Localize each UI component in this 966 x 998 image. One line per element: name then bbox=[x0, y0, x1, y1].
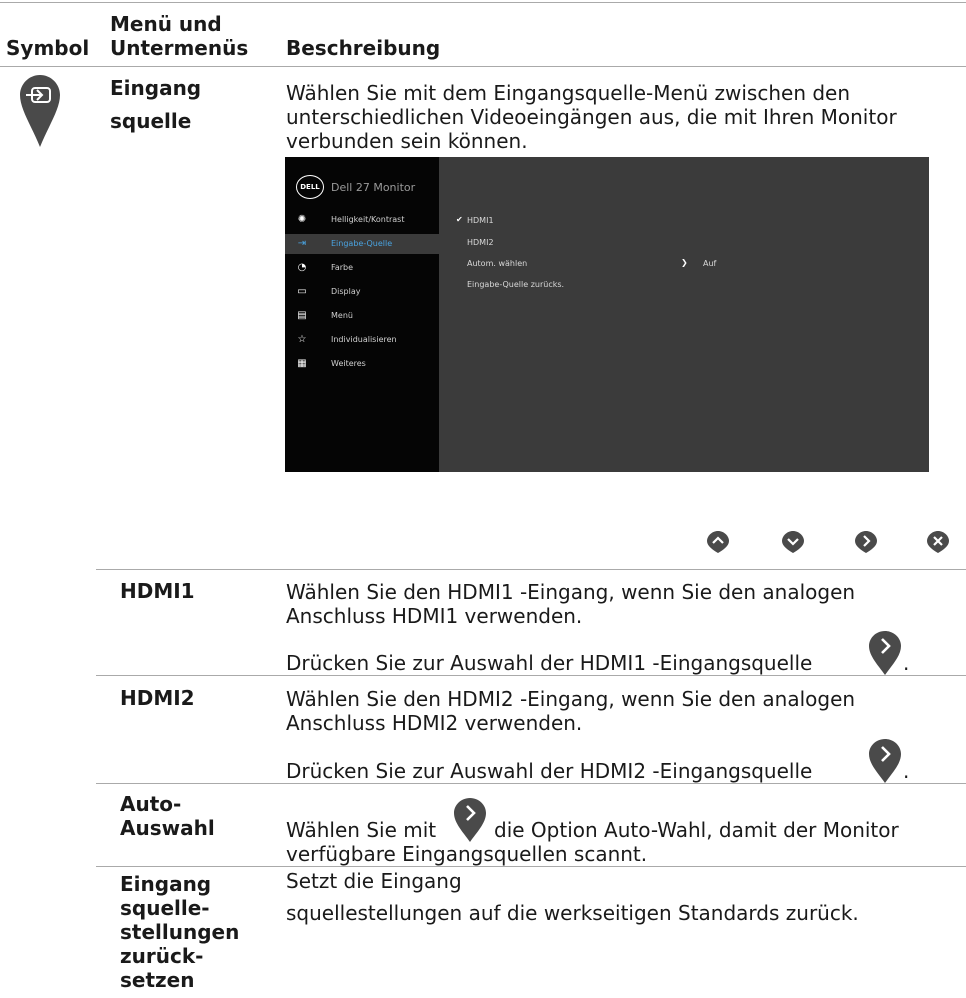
others-icon: ▦ bbox=[297, 358, 307, 369]
hdmi2-desc-line3: Drücken Sie zur Auswahl der HDMI2 -Einga… bbox=[286, 759, 813, 783]
osd-option-hdmi1[interactable]: HDMI1 bbox=[467, 216, 494, 225]
osd-item-display[interactable]: ▭ Display bbox=[285, 282, 439, 302]
row-label-hdmi1: HDMI1 bbox=[120, 579, 195, 603]
osd-option-auto[interactable]: Autom. wählen bbox=[467, 259, 527, 268]
row-rule-reset bbox=[96, 866, 966, 867]
osd-title: Dell 27 Monitor bbox=[331, 181, 416, 194]
input-source-symbol-icon bbox=[18, 73, 62, 151]
display-icon: ▭ bbox=[297, 286, 307, 297]
close-button-icon bbox=[926, 530, 950, 554]
hdmi2-suffix: . bbox=[903, 759, 910, 783]
right-button-icon bbox=[868, 630, 902, 676]
top-rule bbox=[0, 2, 966, 3]
down-button-icon bbox=[781, 530, 805, 554]
auto-desc-line2: verfügbare Eingangsquellen scannt. bbox=[286, 842, 648, 866]
row-label-auto-line2: Auswahl bbox=[120, 816, 215, 840]
header-rule bbox=[0, 66, 966, 67]
row-label-reset-4: zurück- bbox=[120, 944, 204, 968]
osd-sidebar: DELL Dell 27 Monitor ✺ Helligkeit/Kontra… bbox=[285, 157, 439, 472]
osd-item-brightness[interactable]: ✺ Helligkeit/Kontrast bbox=[285, 210, 439, 230]
main-desc-line2: unterschiedlichen Videoeingängen aus, di… bbox=[286, 105, 897, 129]
osd-option-reset[interactable]: Eingabe-Quelle zurücks. bbox=[467, 280, 564, 289]
hdmi1-desc-line2: Anschluss HDMI1 verwenden. bbox=[286, 604, 583, 628]
header-description: Beschreibung bbox=[286, 36, 441, 60]
star-icon: ☆ bbox=[297, 334, 307, 345]
header-menu-line2: Untermenüs bbox=[110, 36, 249, 60]
menu-icon: ▤ bbox=[297, 310, 307, 321]
check-icon: ✔ bbox=[456, 215, 463, 224]
right-button-icon bbox=[854, 530, 878, 554]
row-label-reset-5: setzen bbox=[120, 968, 195, 992]
auto-desc-after: die Option Auto-Wahl, damit der Monitor bbox=[494, 818, 899, 842]
osd-option-hdmi2[interactable]: HDMI2 bbox=[467, 238, 494, 247]
header-symbol: Symbol bbox=[6, 36, 90, 60]
row-label-reset-2: squelle- bbox=[120, 896, 210, 920]
osd-item-menu[interactable]: ▤ Menü bbox=[285, 306, 439, 326]
reset-desc-line1: Setzt die Eingang bbox=[286, 869, 462, 893]
osd-auto-value: Auf bbox=[703, 259, 717, 268]
header-menu-line1: Menü und bbox=[110, 12, 222, 36]
row-rule-auto bbox=[96, 783, 966, 784]
up-button-icon bbox=[706, 530, 730, 554]
hdmi1-desc-line1: Wählen Sie den HDMI1 -Eingang, wenn Sie … bbox=[286, 580, 856, 604]
row-label-auto-line1: Auto- bbox=[120, 792, 182, 816]
dell-logo: DELL bbox=[296, 175, 324, 199]
chevron-right-icon: ❯ bbox=[681, 258, 688, 267]
menu-item-line2: squelle bbox=[110, 109, 192, 133]
main-desc-line1: Wählen Sie mit dem Eingangsquelle-Menü z… bbox=[286, 81, 851, 105]
hdmi2-desc-line1: Wählen Sie den HDMI2 -Eingang, wenn Sie … bbox=[286, 687, 856, 711]
reset-desc-line2: squellestellungen auf die werkseitigen S… bbox=[286, 901, 859, 925]
hdmi1-desc-line3: Drücken Sie zur Auswahl der HDMI1 -Einga… bbox=[286, 651, 813, 675]
right-button-icon bbox=[868, 738, 902, 784]
main-desc-line3: verbunden sein können. bbox=[286, 129, 528, 153]
osd-screenshot: DELL Dell 27 Monitor ✺ Helligkeit/Kontra… bbox=[285, 157, 929, 472]
row-label-hdmi2: HDMI2 bbox=[120, 686, 195, 710]
osd-item-input-source[interactable]: ⇥ Eingabe-Quelle bbox=[285, 234, 439, 254]
row-label-reset-3: stellungen bbox=[120, 920, 240, 944]
auto-desc-prefix: Wählen Sie mit bbox=[286, 818, 437, 842]
hdmi1-suffix: . bbox=[903, 651, 910, 675]
osd-item-color[interactable]: ◔ Farbe bbox=[285, 258, 439, 278]
input-source-icon: ⇥ bbox=[297, 238, 307, 249]
color-icon: ◔ bbox=[297, 262, 307, 273]
hdmi2-desc-line2: Anschluss HDMI2 verwenden. bbox=[286, 711, 583, 735]
menu-item-line1: Eingang bbox=[110, 76, 202, 100]
row-rule-hdmi1 bbox=[96, 569, 966, 570]
osd-item-others[interactable]: ▦ Weiteres bbox=[285, 354, 439, 374]
brightness-icon: ✺ bbox=[297, 214, 307, 225]
row-label-reset-1: Eingang bbox=[120, 872, 212, 896]
row-rule-hdmi2 bbox=[96, 675, 966, 676]
right-button-icon bbox=[453, 797, 487, 843]
osd-item-personalize[interactable]: ☆ Individualisieren bbox=[285, 330, 439, 350]
